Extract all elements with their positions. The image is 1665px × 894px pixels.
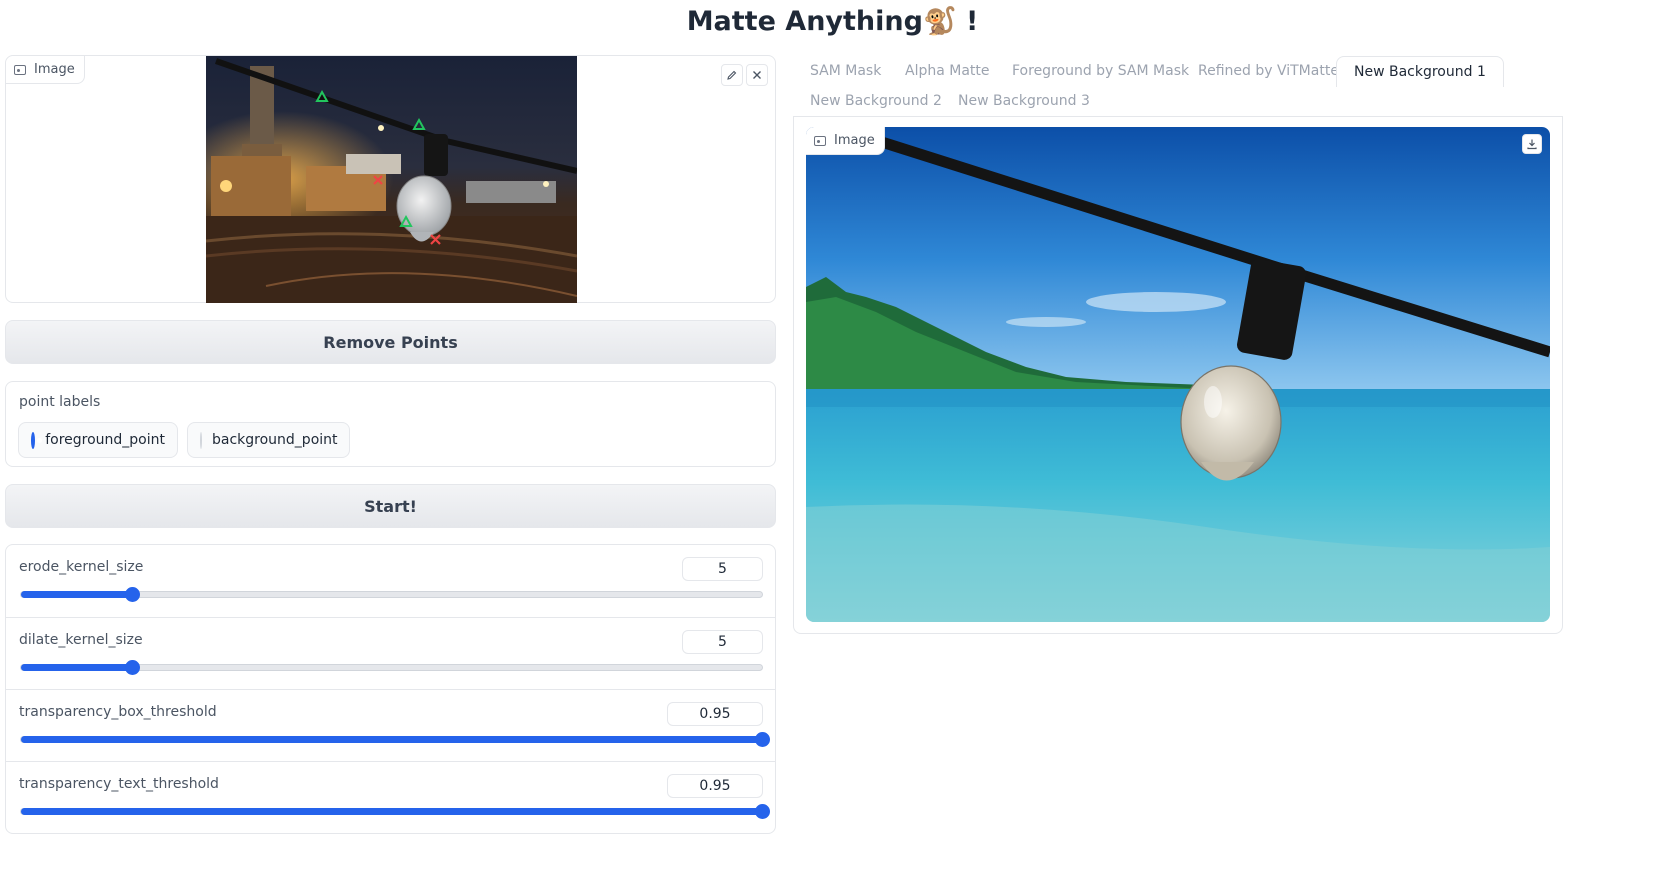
tab-alpha-matte[interactable]: Alpha Matte: [905, 56, 990, 86]
edit-button[interactable]: [721, 64, 743, 86]
input-image-canvas[interactable]: [206, 56, 577, 303]
building: [346, 154, 401, 174]
tab-foreground-by-sam-mask[interactable]: Foreground by SAM Mask: [1012, 56, 1189, 86]
slider-transparency-text-threshold: transparency_text_threshold 0.95: [6, 761, 775, 833]
output-image-panel: Image: [793, 116, 1563, 634]
slider-number-input[interactable]: 5: [682, 557, 763, 581]
slider-transparency-box-threshold: transparency_box_threshold 0.95: [6, 689, 775, 762]
radio-foreground-point[interactable]: foreground_point: [18, 422, 178, 458]
point-labels-title: point labels: [19, 394, 101, 410]
slider-thumb[interactable]: [125, 587, 141, 602]
slider-fill: [21, 736, 762, 743]
sliders-panel: erode_kernel_size 5 dilate_kernel_size 5…: [5, 544, 776, 834]
download-button[interactable]: [1522, 134, 1542, 154]
output-image-label: Image: [806, 127, 885, 155]
slider-fill: [21, 591, 133, 598]
radio-foreground-point-label: foreground_point: [45, 432, 165, 448]
slider-track[interactable]: [20, 660, 763, 675]
tab-sam-mask[interactable]: SAM Mask: [810, 56, 881, 86]
image-icon: [14, 64, 26, 75]
radio-background-point-label: background_point: [212, 432, 338, 448]
input-image-panel: Image: [5, 55, 776, 303]
slider-dilate-kernel-size: dilate_kernel_size 5: [6, 617, 775, 690]
remove-points-button[interactable]: Remove Points: [5, 320, 776, 364]
building: [466, 181, 556, 203]
tab-new-background-1[interactable]: New Background 1: [1336, 56, 1504, 87]
slider-number-input[interactable]: 5: [682, 630, 763, 654]
radio-unselected-indicator: [200, 431, 202, 449]
slider-label: transparency_text_threshold: [19, 776, 219, 792]
slider-thumb[interactable]: [755, 732, 770, 747]
point-labels-group: point labels foreground_point background…: [5, 381, 776, 467]
slider-track[interactable]: [20, 804, 770, 819]
slider-label: erode_kernel_size: [19, 559, 144, 575]
slider-number-input[interactable]: 0.95: [667, 774, 763, 798]
slider-label: transparency_box_threshold: [19, 704, 217, 720]
radio-selected-indicator: [31, 431, 43, 449]
close-icon: [753, 71, 761, 79]
socket: [424, 134, 448, 176]
tab-new-background-2[interactable]: New Background 2: [810, 86, 942, 116]
image-icon: [814, 135, 826, 146]
clear-button[interactable]: [746, 64, 768, 86]
tab-refined-by-vitmatte[interactable]: Refined by ViTMatte: [1198, 56, 1339, 86]
download-icon: [1527, 139, 1537, 150]
input-image-label-text: Image: [34, 62, 75, 77]
pencil-icon: [727, 70, 737, 80]
start-button[interactable]: Start!: [5, 484, 776, 528]
input-image-label: Image: [6, 56, 85, 84]
slider-track[interactable]: [20, 587, 763, 602]
slider-fill: [21, 808, 762, 815]
tab-new-background-3[interactable]: New Background 3: [958, 86, 1090, 116]
output-image: [806, 127, 1550, 622]
slider-number-input[interactable]: 0.95: [667, 702, 763, 726]
page-title: Matte Anything🐒 !: [686, 6, 979, 37]
slider-fill: [21, 664, 133, 671]
slider-thumb[interactable]: [125, 660, 141, 675]
slider-label: dilate_kernel_size: [19, 632, 143, 648]
slider-thumb[interactable]: [755, 804, 770, 819]
slider-erode-kernel-size: erode_kernel_size 5: [6, 545, 775, 618]
radio-background-point[interactable]: background_point: [187, 422, 350, 458]
output-image-label-text: Image: [834, 133, 875, 148]
slider-track[interactable]: [20, 732, 770, 747]
bulb: [1180, 365, 1282, 479]
